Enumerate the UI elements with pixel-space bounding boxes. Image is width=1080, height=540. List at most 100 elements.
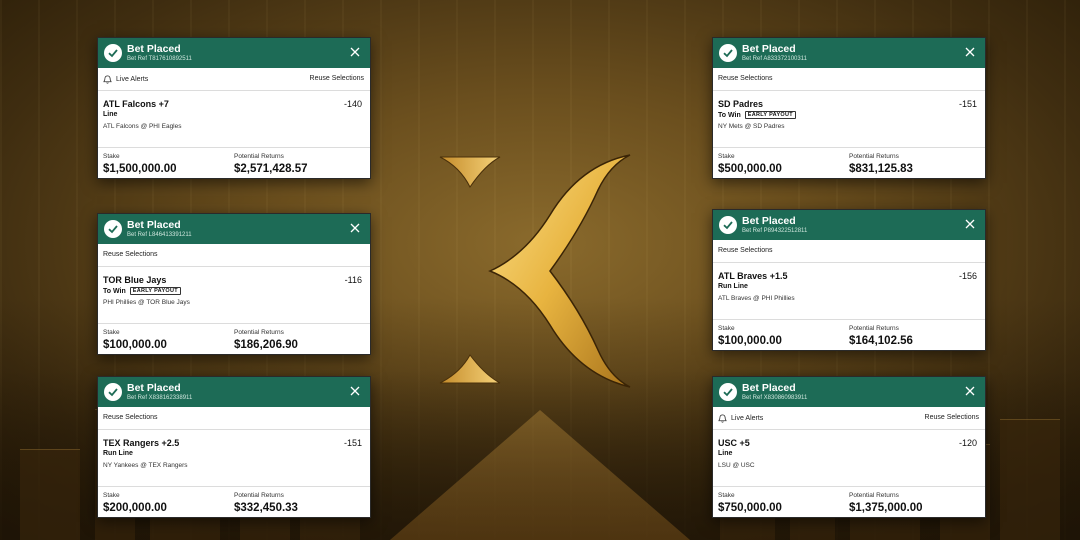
selection-details: ATL Falcons +7 -140 Line ATL Falcons @ P… bbox=[98, 91, 370, 148]
returns-value: $186,206.90 bbox=[234, 339, 298, 351]
stake-returns: Stake $750,000.00 Potential Returns $1,3… bbox=[713, 487, 985, 517]
close-icon[interactable] bbox=[349, 45, 361, 57]
bet-placed-title: Bet Placed bbox=[742, 43, 796, 55]
live-alerts-label: Live Alerts bbox=[731, 415, 764, 422]
market-label: Line bbox=[103, 111, 118, 118]
returns-label: Potential Returns bbox=[849, 325, 899, 332]
card-header: Bet Placed Bet Ref A833372100311 bbox=[713, 38, 985, 68]
market-type: To Win EARLY PAYOUT bbox=[103, 287, 181, 295]
stake-returns: Stake $200,000.00 Potential Returns $332… bbox=[98, 487, 370, 517]
market-label: Run Line bbox=[103, 450, 133, 457]
bet-placed-title: Bet Placed bbox=[742, 215, 796, 227]
market-label: Line bbox=[718, 450, 733, 457]
card-actions-row: Reuse Selections bbox=[98, 407, 370, 430]
stake-value: $1,500,000.00 bbox=[103, 163, 177, 175]
selection-details: SD Padres -151 To Win EARLY PAYOUT NY Me… bbox=[713, 91, 985, 148]
selection-name: TOR Blue Jays bbox=[103, 275, 167, 285]
returns-value: $2,571,428.57 bbox=[234, 163, 308, 175]
bell-icon bbox=[103, 75, 112, 84]
returns-label: Potential Returns bbox=[234, 153, 284, 160]
odds: -151 bbox=[343, 438, 362, 448]
bet-ref: Bet Ref A833372100311 bbox=[742, 56, 807, 62]
bet-ref: Bet Ref P894322512811 bbox=[742, 228, 808, 234]
selection-details: USC +5 -120 Line LSU @ USC bbox=[713, 430, 985, 487]
bet-slip-card: Bet Placed Bet Ref X830860983911 Live Al… bbox=[712, 376, 986, 518]
live-alerts-toggle[interactable]: Live Alerts bbox=[103, 75, 148, 84]
selection-details: TEX Rangers +2.5 -151 Run Line NY Yankee… bbox=[98, 430, 370, 487]
card-header: Bet Placed Bet Ref L846413391211 bbox=[98, 214, 370, 244]
early-payout-badge: EARLY PAYOUT bbox=[129, 287, 181, 295]
stake-value: $750,000.00 bbox=[718, 502, 782, 514]
live-alerts-toggle[interactable]: Live Alerts bbox=[718, 414, 763, 423]
stake-label: Stake bbox=[103, 153, 120, 160]
matchup: NY Mets @ SD Padres bbox=[718, 123, 785, 130]
returns-value: $1,375,000.00 bbox=[849, 502, 923, 514]
odds: -151 bbox=[958, 99, 977, 109]
card-actions-row: Reuse Selections bbox=[713, 240, 985, 263]
stake-value: $500,000.00 bbox=[718, 163, 782, 175]
selection-details: TOR Blue Jays -116 To Win EARLY PAYOUT P… bbox=[98, 267, 370, 324]
selection-name: ATL Braves +1.5 bbox=[718, 271, 788, 281]
stake-value: $200,000.00 bbox=[103, 502, 167, 514]
reuse-selections-link[interactable]: Reuse Selections bbox=[310, 75, 364, 82]
early-payout-badge: EARLY PAYOUT bbox=[744, 111, 796, 119]
card-header: Bet Placed Bet Ref X830860983911 bbox=[713, 377, 985, 407]
market-type: Run Line bbox=[718, 283, 748, 290]
bet-slip-card: Bet Placed Bet Ref X838162338911 Reuse S… bbox=[97, 376, 371, 518]
bet-placed-title: Bet Placed bbox=[127, 43, 181, 55]
matchup: ATL Falcons @ PHI Eagles bbox=[103, 123, 182, 130]
stake-returns: Stake $500,000.00 Potential Returns $831… bbox=[713, 148, 985, 178]
bet-ref: Bet Ref T817610892511 bbox=[127, 56, 192, 62]
bet-placed-title: Bet Placed bbox=[127, 382, 181, 394]
stake-returns: Stake $1,500,000.00 Potential Returns $2… bbox=[98, 148, 370, 178]
odds: -156 bbox=[958, 271, 977, 281]
reuse-selections-link[interactable]: Reuse Selections bbox=[925, 414, 979, 421]
stake-label: Stake bbox=[103, 492, 120, 499]
card-header: Bet Placed Bet Ref P894322512811 bbox=[713, 210, 985, 240]
market-type: Run Line bbox=[103, 450, 133, 457]
returns-label: Potential Returns bbox=[234, 492, 284, 499]
returns-label: Potential Returns bbox=[234, 329, 284, 336]
bet-slip-card: Bet Placed Bet Ref L846413391211 Reuse S… bbox=[97, 213, 371, 355]
returns-value: $831,125.83 bbox=[849, 163, 913, 175]
market-label: Run Line bbox=[718, 283, 748, 290]
returns-label: Potential Returns bbox=[849, 492, 899, 499]
check-icon bbox=[104, 220, 122, 238]
reuse-selections-link[interactable]: Reuse Selections bbox=[103, 251, 157, 258]
card-actions-row: Reuse Selections bbox=[98, 244, 370, 267]
market-type: Line bbox=[103, 111, 117, 118]
bet-placed-title: Bet Placed bbox=[127, 219, 181, 231]
check-icon bbox=[104, 44, 122, 62]
stake-returns: Stake $100,000.00 Potential Returns $186… bbox=[98, 324, 370, 354]
matchup: NY Yankees @ TEX Rangers bbox=[103, 462, 188, 469]
check-icon bbox=[719, 383, 737, 401]
matchup: PHI Phillies @ TOR Blue Jays bbox=[103, 299, 190, 306]
check-icon bbox=[719, 44, 737, 62]
close-icon[interactable] bbox=[964, 45, 976, 57]
bet-placed-title: Bet Placed bbox=[742, 382, 796, 394]
close-icon[interactable] bbox=[349, 384, 361, 396]
matchup: LSU @ USC bbox=[718, 462, 755, 469]
check-icon bbox=[104, 383, 122, 401]
reuse-selections-link[interactable]: Reuse Selections bbox=[103, 414, 157, 421]
card-actions-row: Reuse Selections bbox=[713, 68, 985, 91]
reuse-selections-link[interactable]: Reuse Selections bbox=[718, 247, 772, 254]
close-icon[interactable] bbox=[964, 384, 976, 396]
live-alerts-label: Live Alerts bbox=[116, 76, 149, 83]
card-header: Bet Placed Bet Ref T817610892511 bbox=[98, 38, 370, 68]
stake-label: Stake bbox=[718, 325, 735, 332]
market-type: Line bbox=[718, 450, 732, 457]
close-icon[interactable] bbox=[349, 221, 361, 233]
selection-name: TEX Rangers +2.5 bbox=[103, 438, 180, 448]
odds: -140 bbox=[343, 99, 362, 109]
market-label: To Win bbox=[103, 287, 126, 295]
reuse-selections-link[interactable]: Reuse Selections bbox=[718, 75, 772, 82]
matchup: ATL Braves @ PHI Phillies bbox=[718, 295, 795, 302]
bell-icon bbox=[718, 414, 727, 423]
bet-slip-card: Bet Placed Bet Ref A833372100311 Reuse S… bbox=[712, 37, 986, 179]
bet-ref: Bet Ref X830860983911 bbox=[742, 395, 808, 401]
close-icon[interactable] bbox=[964, 217, 976, 229]
bet-ref: Bet Ref X838162338911 bbox=[127, 395, 193, 401]
card-actions-row: Live Alerts Reuse Selections bbox=[98, 68, 370, 91]
check-icon bbox=[719, 216, 737, 234]
